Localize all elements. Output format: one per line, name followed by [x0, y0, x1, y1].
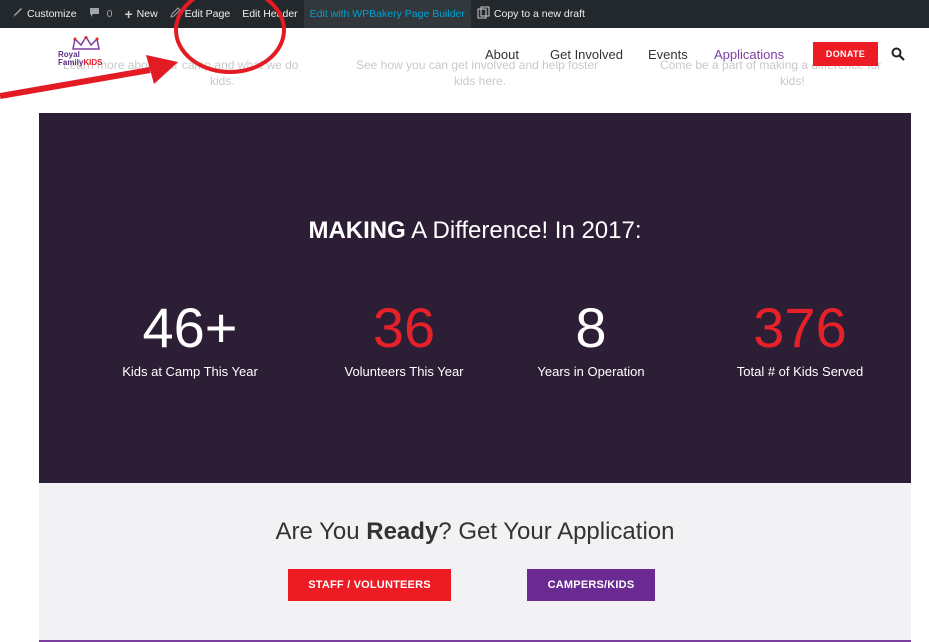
copy-icon	[477, 6, 490, 22]
stat-kids-number: 46+	[142, 296, 238, 359]
brush-icon	[12, 7, 23, 21]
edit-header-label: Edit Header	[242, 8, 298, 20]
campers-kids-button[interactable]: CAMPERS/KIDS	[527, 569, 655, 601]
nav-events[interactable]: Events	[648, 47, 688, 62]
stats-section: MAKING A Difference! In 2017: 46+ Kids a…	[39, 113, 911, 483]
stat-volunteers-label: Volunteers This Year	[344, 364, 464, 379]
wpbakery-link[interactable]: Edit with WPBakery Page Builder	[303, 0, 471, 28]
application-title: Are You Ready? Get Your Application	[275, 518, 675, 545]
edit-page-label: Edit Page	[184, 8, 231, 20]
customize-label: Customize	[27, 8, 77, 20]
wpbakery-label: Edit with WPBakery Page Builder	[309, 8, 465, 20]
nav-about[interactable]: About	[485, 47, 519, 62]
pencil-icon	[169, 7, 181, 21]
stat-years-label: Years in Operation	[537, 364, 645, 379]
stats-title: MAKING A Difference! In 2017:	[308, 217, 642, 244]
ghost-text-apply-2: kids!	[780, 74, 805, 88]
application-section: Are You Ready? Get Your Application STAF…	[39, 483, 911, 642]
nav-applications[interactable]: Applications	[714, 47, 784, 62]
new-label: New	[136, 8, 158, 20]
comments-link[interactable]: 0	[83, 0, 119, 28]
copy-draft-link[interactable]: Copy to a new draft	[471, 0, 591, 28]
donate-button[interactable]: DONATE	[813, 42, 878, 66]
copy-draft-label: Copy to a new draft	[493, 8, 585, 20]
stat-years-number: 8	[575, 296, 607, 359]
stat-kids-label: Kids at Camp This Year	[122, 364, 258, 379]
comment-icon	[89, 7, 100, 21]
ghost-text-about-2: kids.	[210, 74, 235, 88]
search-icon[interactable]	[891, 47, 905, 61]
stat-total-number: 376	[753, 296, 847, 359]
edit-page-link[interactable]: Edit Page	[164, 0, 237, 28]
nav-get-involved[interactable]: Get Involved	[550, 47, 623, 62]
staff-volunteers-button[interactable]: STAFF / VOLUNTEERS	[288, 569, 451, 601]
edit-header-link[interactable]: Edit Header	[236, 0, 303, 28]
stat-volunteers-number: 36	[372, 296, 436, 359]
wp-admin-bar: Customize 0 + New Edit Page Edit Header …	[0, 0, 929, 28]
logo-text-family: FamilyKIDS	[58, 58, 103, 67]
site-logo[interactable]: Royal FamilyKIDS	[55, 36, 117, 70]
stat-total-label: Total # of Kids Served	[736, 364, 864, 379]
comments-count: 0	[106, 8, 113, 20]
site-header: Learn more about our camp and what we do…	[0, 28, 929, 92]
crown-icon	[72, 36, 100, 50]
new-content-link[interactable]: + New	[118, 0, 163, 28]
plus-icon: +	[124, 6, 133, 22]
ghost-text-involved-2: kids here.	[454, 74, 507, 88]
customize-link[interactable]: Customize	[6, 0, 83, 28]
